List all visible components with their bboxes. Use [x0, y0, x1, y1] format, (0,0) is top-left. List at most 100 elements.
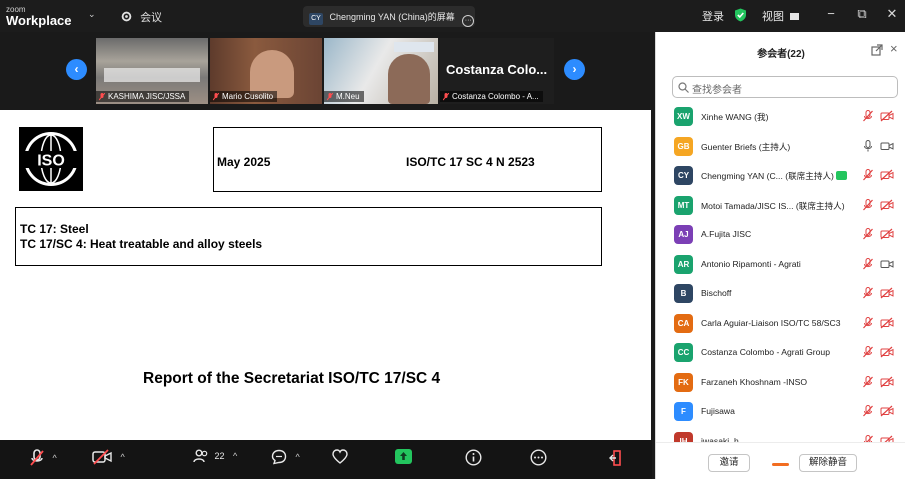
view-button[interactable]: 视图 — [762, 8, 800, 24]
screen-share-badge-icon — [835, 171, 847, 180]
participant-name: Guenter Briefs (主持人) — [701, 141, 791, 152]
screen-share-indicator[interactable]: CY Chengming YAN (China)的屏幕 ··· — [303, 6, 475, 27]
participant-avatar: IH — [674, 431, 693, 442]
shield-check-icon[interactable] — [734, 8, 747, 22]
pop-out-icon[interactable] — [871, 44, 883, 56]
search-placeholder: 查找参会者 — [692, 85, 742, 96]
participant-name: Mario Cusolito — [222, 92, 274, 101]
mic-muted-icon[interactable] — [863, 287, 873, 299]
meeting-tab[interactable]: 会议 — [120, 9, 162, 25]
search-input[interactable]: 查找参会者 — [672, 76, 898, 98]
more-button[interactable] — [530, 449, 547, 469]
participant-row[interactable]: GB Guenter Briefs (主持人) — [656, 132, 905, 162]
chat-button[interactable]: ^ — [271, 449, 300, 469]
view-label: 视图 — [762, 11, 784, 23]
participant-row[interactable]: CY Chengming YAN (C... (联席主持人) — [656, 161, 905, 191]
camera-off-icon[interactable] — [880, 110, 894, 122]
participant-avatar: F — [674, 402, 693, 421]
mic-muted-icon[interactable] — [863, 198, 873, 211]
chevron-up-icon[interactable]: ^ — [121, 452, 125, 462]
document-reference: ISO/TC 17 SC 4 N 2523 — [406, 155, 535, 169]
participant-name: Fujisawa — [701, 406, 735, 416]
mic-muted-icon[interactable] — [863, 434, 873, 443]
participant-row[interactable]: XW Xinhe WANG (我) — [656, 102, 905, 132]
mic-muted-icon — [30, 449, 44, 466]
minimize-icon[interactable]: − — [823, 6, 839, 21]
chevron-up-icon[interactable]: ^ — [233, 451, 237, 461]
info-icon — [465, 449, 482, 466]
leave-button[interactable] — [608, 449, 626, 469]
mic-muted-icon[interactable] — [863, 316, 873, 329]
mic-icon[interactable] — [863, 139, 873, 152]
login-button[interactable]: 登录 — [702, 8, 724, 24]
camera-off-icon[interactable] — [880, 346, 894, 358]
mic-muted-icon — [443, 93, 449, 101]
participant-row[interactable]: B Bischoff — [656, 279, 905, 309]
video-tile[interactable]: Mario Cusolito — [210, 38, 322, 104]
mic-muted-icon[interactable] — [863, 405, 873, 417]
chat-icon — [271, 449, 287, 465]
mic-muted-icon[interactable] — [863, 346, 873, 358]
camera-off-icon[interactable] — [880, 169, 894, 181]
svg-text:ISO: ISO — [37, 153, 65, 170]
camera-off-icon[interactable] — [880, 376, 894, 388]
camera-icon[interactable] — [880, 140, 894, 152]
invite-button[interactable]: 邀请 — [708, 454, 750, 472]
unmute-all-button[interactable]: 解除静音 — [799, 454, 857, 472]
participant-avatar: AJ — [674, 225, 693, 244]
participant-list: XW Xinhe WANG (我) GB Guenter Briefs (主持人) CY… — [656, 102, 905, 442]
view-grid-icon — [790, 13, 800, 20]
participant-row[interactable]: AJ A.Fujita JISC — [656, 220, 905, 250]
report-title: Report of the Secretariat ISO/TC 17/SC 4 — [143, 370, 441, 387]
restore-icon[interactable]: ⧉ — [854, 6, 870, 22]
participant-row[interactable]: FK Farzaneh Khoshnam -INSO — [656, 368, 905, 398]
video-button[interactable]: ^ — [92, 449, 125, 469]
camera-off-icon[interactable] — [880, 228, 894, 240]
orange-marker — [772, 463, 789, 466]
reactions-button[interactable] — [332, 449, 348, 469]
participant-name: Chengming YAN (C... (联席主持人) — [701, 170, 847, 182]
video-tile[interactable]: Costanza Colo... Costanza Colombo - A... — [440, 38, 554, 104]
camera-off-icon[interactable] — [880, 405, 894, 417]
video-tile[interactable]: KASHIMA JISC/JSSA — [96, 38, 208, 104]
meeting-toolbar: ^ ^ 22 ^ ^ — [0, 440, 652, 479]
camera-off-icon[interactable] — [880, 317, 894, 329]
close-panel-icon[interactable]: × — [890, 41, 898, 56]
chevron-up-icon[interactable]: ^ — [53, 453, 57, 463]
mic-muted-icon — [213, 93, 219, 101]
participant-row[interactable]: F Fujisawa — [656, 397, 905, 427]
camera-off-icon[interactable] — [880, 287, 894, 299]
participants-count: 22 — [214, 451, 225, 461]
panel-header: 参会者(22) × — [656, 32, 905, 70]
info-button[interactable] — [465, 449, 482, 469]
next-arrow-icon[interactable]: › — [564, 59, 585, 80]
participant-row[interactable]: CC Costanza Colombo - Agrati Group — [656, 338, 905, 368]
camera-off-icon[interactable] — [880, 435, 894, 443]
participant-row[interactable]: CA Carla Aguiar-Liaison ISO/TC 58/SC3 — [656, 309, 905, 339]
app-brand: zoom Workplace — [6, 4, 72, 28]
sharer-avatar: CY — [309, 13, 323, 25]
mic-muted-icon[interactable] — [863, 169, 873, 181]
brand-name: Workplace — [6, 13, 72, 28]
participant-avatar: FK — [674, 372, 693, 392]
camera-icon[interactable] — [880, 258, 894, 270]
mic-muted-icon[interactable] — [863, 375, 873, 388]
brand-menu-chevron-icon[interactable]: ⌄ — [88, 9, 96, 20]
mic-muted-icon[interactable] — [863, 228, 873, 240]
previous-arrow-icon[interactable]: ‹ — [66, 59, 87, 80]
more-options-icon[interactable]: ··· — [462, 15, 475, 27]
mic-muted-icon[interactable] — [863, 110, 873, 122]
participants-button[interactable]: 22 ^ — [193, 449, 237, 469]
chevron-up-icon[interactable]: ^ — [296, 452, 300, 462]
participant-name: Costanza Colombo - Agrati Group — [701, 347, 830, 357]
share-screen-button[interactable] — [395, 449, 412, 469]
camera-off-icon[interactable] — [880, 199, 894, 211]
participant-row[interactable]: MT Motoi Tamada/JISC IS... (联席主持人) — [656, 191, 905, 221]
participant-row[interactable]: IH iwasaki_h — [656, 427, 905, 443]
mute-button[interactable]: ^ — [30, 449, 57, 469]
video-tile[interactable]: M.Neu — [324, 38, 438, 104]
more-dots-icon — [530, 449, 547, 466]
participant-row[interactable]: AR Antonio Ripamonti - Agrati — [656, 250, 905, 280]
close-icon[interactable]: ✕ — [884, 6, 900, 22]
mic-muted-icon[interactable] — [863, 257, 873, 270]
